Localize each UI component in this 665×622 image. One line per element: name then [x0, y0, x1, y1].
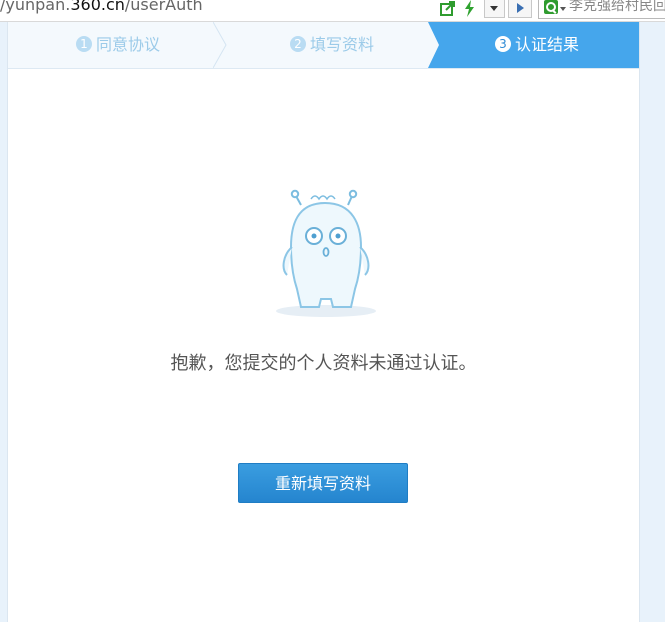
verification-failed-message: 抱歉，您提交的个人资料未通过认证。: [170, 353, 477, 374]
step-verification-result: 3 认证结果: [495, 22, 579, 68]
search-box[interactable]: 李克强给村民回: [538, 0, 665, 19]
url-field[interactable]: /yunpan.360.cn/userAuth: [0, 0, 203, 14]
step-number: 3: [495, 35, 511, 52]
search-engine-icon[interactable]: [544, 0, 558, 14]
search-input[interactable]: 李克强给村民回: [569, 0, 665, 15]
share-icon[interactable]: [439, 0, 457, 17]
sad-mascot-illustration: [276, 189, 376, 317]
step-number: 2: [290, 35, 306, 52]
go-button[interactable]: [508, 0, 532, 18]
step-agree-terms: 1 同意协议: [76, 22, 160, 68]
auth-result-panel: 1 同意协议 2 填写资料 3 认证结果 抱歉，您提交的个人资料未通过认证。 重新填写…: [7, 22, 640, 622]
url-domain: 360.cn: [70, 0, 125, 14]
lightning-icon[interactable]: [461, 0, 479, 17]
step-divider: [213, 22, 227, 68]
step-label: 同意协议: [96, 35, 161, 54]
step-number: 1: [76, 35, 92, 52]
step-progress-bar: 1 同意协议 2 填写资料 3 认证结果: [8, 22, 639, 69]
url-path: /userAuth: [124, 0, 203, 14]
step-fill-info: 2 填写资料: [290, 22, 374, 68]
step-label: 填写资料: [310, 35, 375, 54]
chevron-down-icon[interactable]: [560, 7, 566, 11]
url-prefix: /yunpan.: [0, 0, 71, 14]
dropdown-button[interactable]: [484, 0, 505, 18]
browser-address-bar: /yunpan.360.cn/userAuth 李克强给村民回: [0, 0, 665, 22]
step-label: 认证结果: [515, 35, 580, 54]
refill-info-button[interactable]: 重新填写资料: [238, 463, 408, 503]
